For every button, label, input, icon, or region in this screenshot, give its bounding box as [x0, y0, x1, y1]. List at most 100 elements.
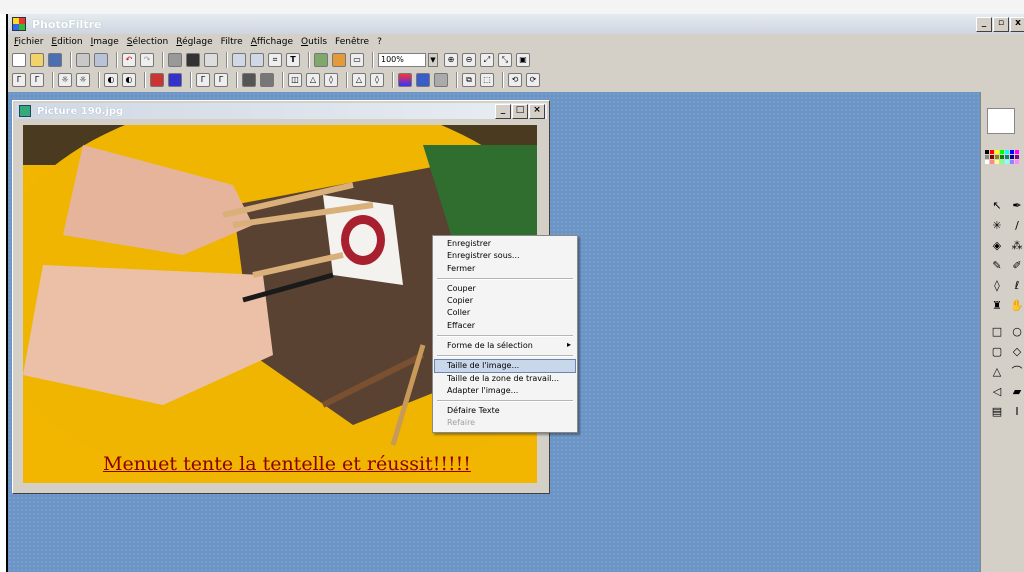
new-file-icon[interactable] [12, 53, 26, 67]
image-maximize-button[interactable]: □ [512, 104, 528, 119]
zoom-in-icon[interactable]: ⊕ [444, 53, 458, 67]
stamp-icon[interactable]: ♜ [989, 298, 1005, 314]
polygon-select-icon[interactable]: ◁ [989, 384, 1005, 400]
menu-item-effacer[interactable]: Effacer [447, 320, 475, 332]
blur-icon[interactable]: ◫ [288, 73, 302, 87]
spray-icon[interactable]: ⁂ [1009, 238, 1024, 254]
menu-item-defaire-texte[interactable]: Défaire Texte [447, 405, 500, 417]
gamma-down-icon[interactable]: Γ [196, 73, 210, 87]
menu-item-fermer[interactable]: Fermer [447, 263, 475, 275]
sepia-icon[interactable] [260, 73, 274, 87]
menu-help[interactable]: ? [373, 37, 386, 47]
contrast-down-icon[interactable]: ◐ [104, 73, 118, 87]
canvas-size-icon[interactable] [250, 53, 264, 67]
rectangle-select-icon[interactable]: □ [989, 324, 1005, 340]
zoom-input[interactable]: 100% [378, 53, 426, 67]
sharpen-more-icon[interactable]: ◊ [370, 73, 384, 87]
print-icon[interactable] [76, 53, 90, 67]
filter-icon[interactable] [204, 53, 218, 67]
zoom-dropdown-icon[interactable]: ▼ [428, 53, 438, 67]
ellipse-select-icon[interactable]: ○ [1009, 324, 1024, 340]
minimize-button[interactable]: _ [976, 17, 992, 32]
brightness-up-icon[interactable]: ☼ [76, 73, 90, 87]
magic-wand-icon[interactable]: ✳ [989, 218, 1005, 234]
image-minimize-button[interactable]: _ [495, 104, 511, 119]
saturation-up-icon[interactable] [168, 73, 182, 87]
select-all-icon[interactable]: ▤ [989, 404, 1005, 420]
triangle-select-icon[interactable]: △ [989, 364, 1005, 380]
gradient-icon[interactable] [398, 73, 412, 87]
grayscale-icon[interactable] [242, 73, 256, 87]
open-shape-icon[interactable]: ▰ [1009, 384, 1024, 400]
grey-square-icon[interactable] [168, 53, 182, 67]
fullscreen-icon[interactable]: ▣ [516, 53, 530, 67]
menu-outils[interactable]: Outils [297, 37, 331, 47]
color-palette-grid[interactable] [985, 150, 1024, 178]
menu-fichier[interactable]: Fichier [10, 37, 47, 47]
undo-icon[interactable]: ↶ [122, 53, 136, 67]
frame-icon[interactable] [416, 73, 430, 87]
flip-icon[interactable]: ⧉ [462, 73, 476, 87]
texture-icon[interactable] [434, 73, 448, 87]
menu-item-refaire[interactable]: Refaire [447, 417, 475, 429]
window-icon[interactable]: ▭ [350, 53, 364, 67]
save-disk-icon[interactable] [48, 53, 62, 67]
close-button[interactable]: x [1010, 17, 1024, 32]
maximize-button[interactable]: ▫ [993, 17, 1009, 32]
menu-item-copier[interactable]: Copier [447, 295, 473, 307]
line-tool-icon[interactable]: / [1009, 218, 1024, 234]
sharpen-icon[interactable]: ◊ [324, 73, 338, 87]
color-grid-icon[interactable] [186, 53, 200, 67]
menu-item-enregistrer[interactable]: Enregistrer [447, 238, 491, 250]
rotate-left-icon[interactable]: ⟲ [508, 73, 522, 87]
contrast-up-icon[interactable]: ◐ [122, 73, 136, 87]
mirror-icon[interactable]: ⬚ [480, 73, 494, 87]
auto-contrast-icon[interactable]: Γ [30, 73, 44, 87]
menu-affichage[interactable]: Affichage [247, 37, 297, 47]
soften-icon[interactable]: △ [352, 73, 366, 87]
foreground-color-swatch[interactable] [987, 108, 1015, 134]
rotate-right-icon[interactable]: ⟳ [526, 73, 540, 87]
actual-size-icon[interactable]: ⤡ [498, 53, 512, 67]
menu-item-couper[interactable]: Couper [447, 283, 476, 295]
text-tool-icon[interactable]: T [286, 53, 300, 67]
menu-reglage[interactable]: Réglage [172, 37, 216, 47]
diamond-select-icon[interactable]: ◇ [1009, 344, 1024, 360]
magic-icon[interactable] [332, 53, 346, 67]
fill-bucket-icon[interactable]: ◈ [989, 238, 1005, 254]
brush-icon[interactable]: ✎ [989, 258, 1005, 274]
lasso-icon[interactable]: ⌒ [1009, 364, 1024, 380]
menu-item-taille-image[interactable]: Taille de l'image... [447, 360, 519, 372]
brightness-down-icon[interactable]: ☼ [58, 73, 72, 87]
open-folder-icon[interactable] [30, 53, 44, 67]
menu-item-adapter-image[interactable]: Adapter l'image... [447, 385, 518, 397]
advanced-brush-icon[interactable]: ✐ [1009, 258, 1024, 274]
plugin-icon[interactable] [314, 53, 328, 67]
rounded-rect-select-icon[interactable]: ▢ [989, 344, 1005, 360]
crop-icon[interactable]: ⌗ [268, 53, 282, 67]
image-size-icon[interactable] [232, 53, 246, 67]
redo-icon[interactable]: ↷ [140, 53, 154, 67]
menu-fenetre[interactable]: Fenêtre [331, 37, 373, 47]
image-close-button[interactable]: × [529, 104, 545, 119]
selection-arrow-icon[interactable]: ↖ [989, 198, 1005, 214]
scan-icon[interactable] [94, 53, 108, 67]
saturation-down-icon[interactable] [150, 73, 164, 87]
blur-drop-icon[interactable]: ◊ [989, 278, 1005, 294]
menu-item-taille-zone[interactable]: Taille de la zone de travail... [447, 373, 559, 385]
fit-icon[interactable]: ⤢ [480, 53, 494, 67]
menu-item-coller[interactable]: Coller [447, 307, 470, 319]
zoom-out-icon[interactable]: ⊖ [462, 53, 476, 67]
image-window-titlebar[interactable]: Picture 190.jpg _ □ × [15, 103, 547, 119]
text-select-icon[interactable]: I [1009, 404, 1024, 420]
menu-image[interactable]: Image [87, 37, 123, 47]
auto-level-icon[interactable]: Γ [12, 73, 26, 87]
hand-icon[interactable]: ✋ [1009, 298, 1024, 314]
menu-edition[interactable]: Edition [47, 37, 86, 47]
color-picker-icon[interactable]: ✒ [1009, 198, 1024, 214]
gamma-up-icon[interactable]: Γ [214, 73, 228, 87]
menu-item-enregistrer-sous[interactable]: Enregistrer sous... [447, 250, 520, 262]
menu-selection[interactable]: Sélection [123, 37, 172, 47]
menu-item-forme-selection[interactable]: Forme de la sélection [447, 340, 533, 352]
smudge-icon[interactable]: ℓ [1009, 278, 1024, 294]
